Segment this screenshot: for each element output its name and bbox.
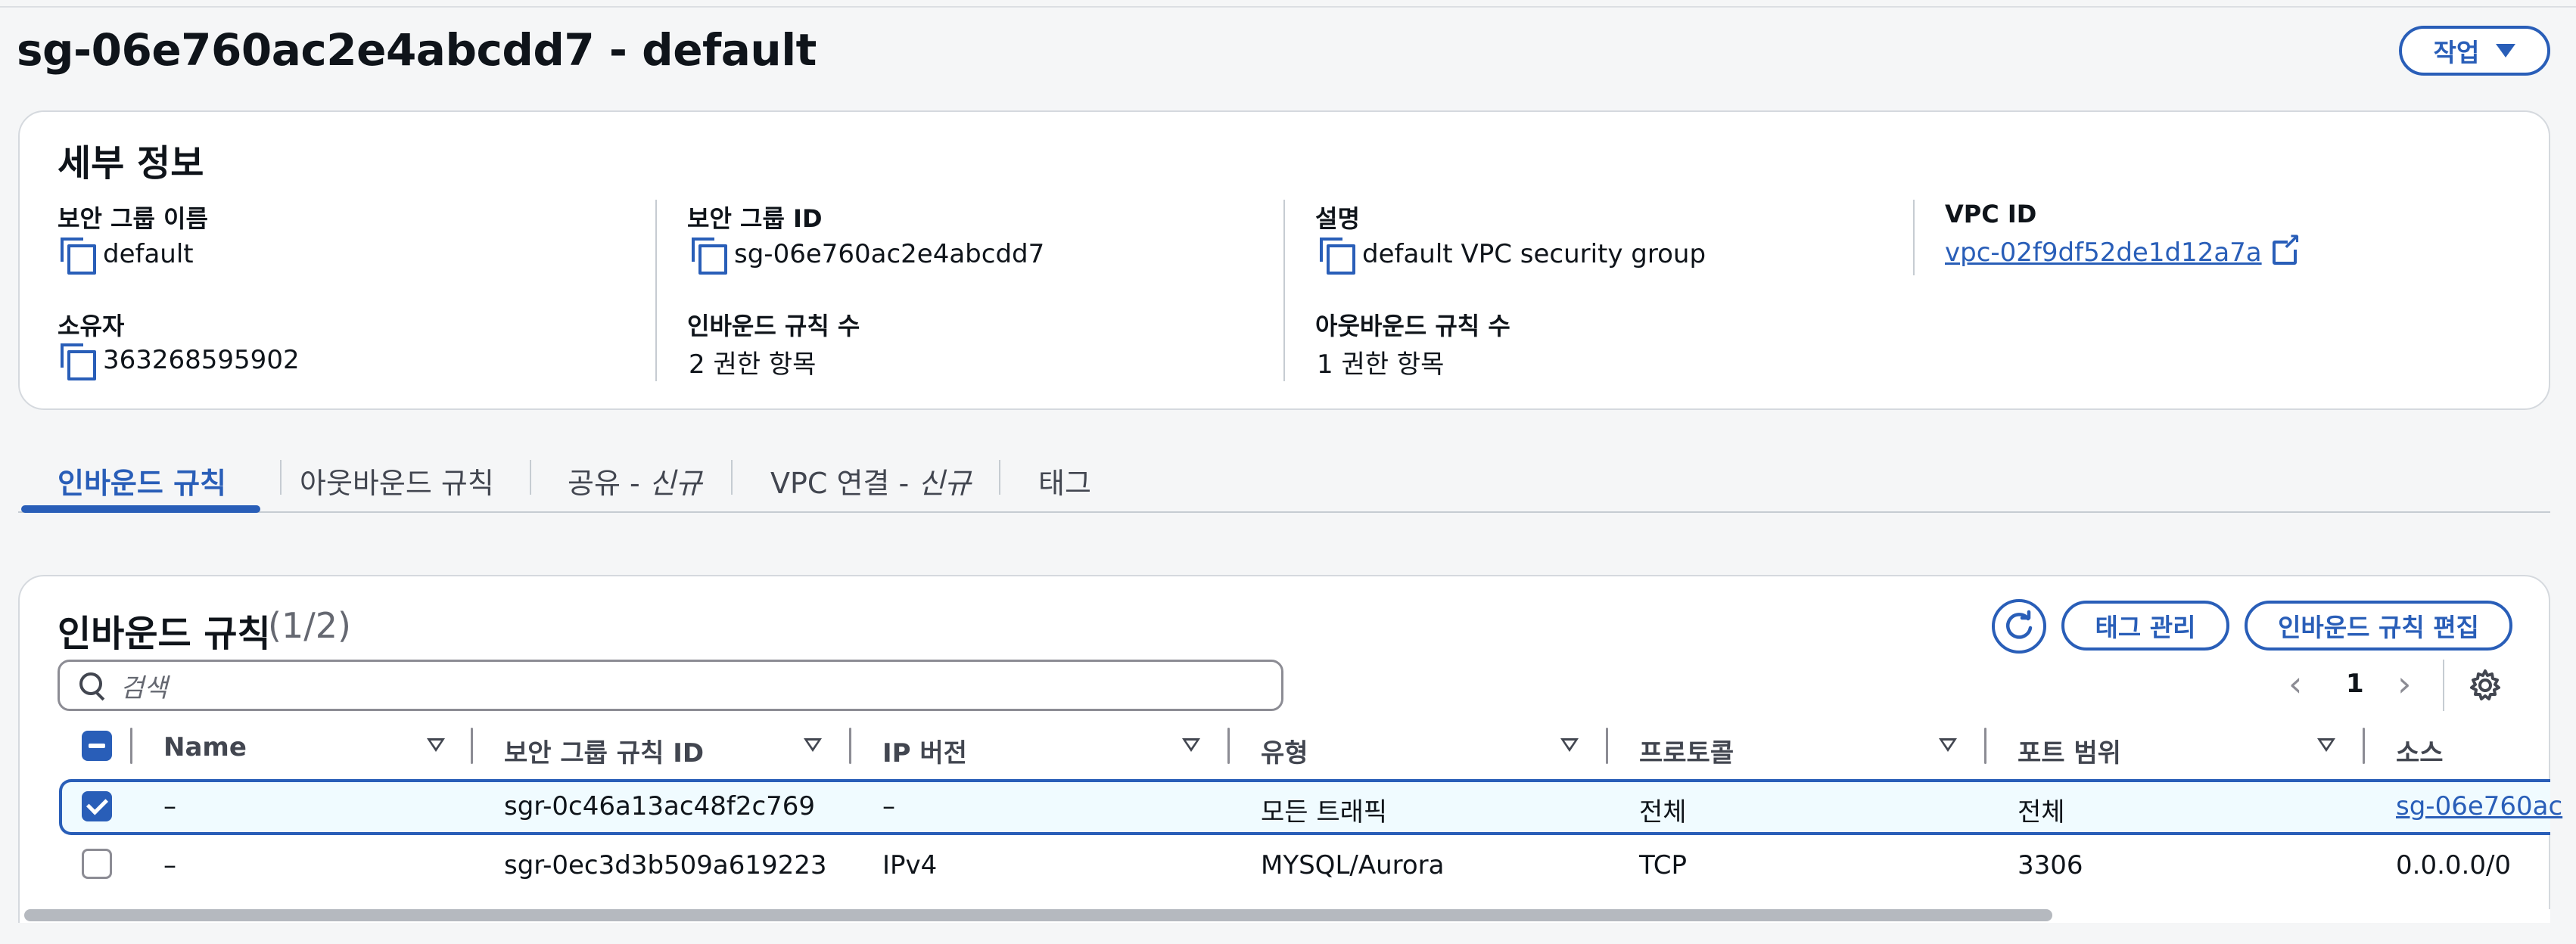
sg-id-label: 보안 그룹 ID: [687, 204, 823, 233]
column-divider[interactable]: [471, 728, 473, 764]
tab-outbound-rules[interactable]: 아웃바운드 규칙: [300, 460, 494, 502]
row-checkbox[interactable]: [82, 849, 112, 879]
edit-inbound-rules-button[interactable]: 인바운드 규칙 편집: [2245, 601, 2512, 651]
settings-gear-icon[interactable]: [2469, 669, 2502, 702]
owner-text: 363268595902: [103, 345, 300, 375]
external-link-icon[interactable]: [2272, 231, 2301, 265]
owner-label: 소유자: [58, 312, 125, 340]
vpc-id-value: vpc-02f9df52de1d12a7a: [1945, 231, 2301, 268]
page-title: sg-06e760ac2e4abcdd7 - default: [17, 24, 817, 76]
cell-source-link[interactable]: sg-06e760ac: [2396, 791, 2562, 821]
outbound-count-label: 아웃바운드 규칙 수: [1315, 312, 1510, 340]
column-divider: [1913, 200, 1915, 275]
column-divider: [130, 728, 132, 764]
cell-name: –: [163, 850, 176, 880]
sort-icon[interactable]: [427, 738, 445, 752]
sg-id-text: sg-06e760ac2e4abcdd7: [734, 239, 1045, 269]
description-label: 설명: [1315, 204, 1360, 233]
inbound-count-value: 2 권한 항목: [689, 349, 817, 380]
sg-id-value: sg-06e760ac2e4abcdd7: [692, 238, 1045, 275]
copy-icon[interactable]: [1320, 238, 1355, 275]
column-divider: [1283, 200, 1285, 381]
outbound-count-value: 1 권한 항목: [1317, 349, 1445, 380]
active-tab-indicator: [21, 505, 260, 513]
vpc-id-label: VPC ID: [1945, 200, 2037, 228]
actions-dropdown-button[interactable]: 작업: [2399, 26, 2550, 76]
cell-name: –: [163, 791, 176, 821]
search-placeholder: 검색: [120, 672, 168, 703]
sg-name-value: default: [61, 238, 194, 275]
chevron-left-icon[interactable]: ‹: [2288, 663, 2302, 705]
caret-down-icon: [2496, 44, 2516, 57]
select-all-checkbox[interactable]: [82, 731, 112, 761]
col-header-source[interactable]: 소스: [2396, 732, 2444, 769]
details-heading: 세부 정보: [58, 142, 204, 185]
column-divider[interactable]: [1606, 728, 1608, 764]
cell-rule-id: sgr-0ec3d3b509a619223: [504, 850, 827, 880]
sort-icon[interactable]: [804, 738, 822, 752]
col-header-name[interactable]: Name: [163, 732, 247, 762]
rules-count: (1/2): [268, 605, 351, 646]
vpc-id-link[interactable]: vpc-02f9df52de1d12a7a: [1945, 238, 2262, 268]
manage-tags-button[interactable]: 태그 관리: [2061, 601, 2229, 651]
column-divider[interactable]: [2363, 728, 2365, 764]
description-text: default VPC security group: [1362, 239, 1706, 269]
col-header-ip-version[interactable]: IP 버전: [882, 732, 967, 769]
cell-rule-id: sgr-0c46a13ac48f2c769: [504, 791, 816, 821]
cell-type: 모든 트래픽: [1261, 797, 1388, 828]
copy-icon[interactable]: [61, 343, 96, 380]
cell-type: MYSQL/Aurora: [1261, 850, 1445, 880]
cell-ip-version: IPv4: [882, 850, 938, 880]
rules-title: 인바운드 규칙: [58, 613, 271, 655]
tab-inbound-rules[interactable]: 인바운드 규칙: [58, 460, 226, 502]
owner-value: 363268595902: [61, 343, 300, 380]
inbound-count-label: 인바운드 규칙 수: [687, 312, 860, 340]
sort-icon[interactable]: [1560, 738, 1579, 752]
cell-source: 0.0.0.0/0: [2396, 850, 2512, 880]
refresh-icon: [2006, 610, 2033, 639]
copy-icon[interactable]: [692, 238, 727, 275]
description-value: default VPC security group: [1320, 238, 1706, 275]
sg-name-text: default: [103, 239, 194, 269]
tab-separator: [731, 460, 733, 495]
tab-separator: [999, 460, 1000, 495]
search-icon: [79, 672, 105, 698]
cell-protocol: TCP: [1639, 850, 1688, 880]
cell-protocol: 전체: [1639, 797, 1687, 828]
top-divider: [0, 0, 2576, 8]
cell-ip-version: –: [882, 791, 895, 821]
col-header-protocol[interactable]: 프로토콜: [1639, 732, 1734, 769]
pager-divider: [2443, 660, 2444, 711]
column-divider[interactable]: [1227, 728, 1230, 764]
tabs-baseline: [18, 511, 2550, 513]
column-divider[interactable]: [849, 728, 851, 764]
cell-port-range: 3306: [2018, 850, 2083, 880]
copy-icon[interactable]: [61, 238, 96, 275]
tab-vpc-associations[interactable]: VPC 연결 - 신규: [770, 460, 971, 502]
tab-tags[interactable]: 태그: [1038, 460, 1091, 502]
sort-icon[interactable]: [1939, 738, 1957, 752]
scrollbar-thumb[interactable]: [24, 909, 2052, 921]
search-input[interactable]: 검색: [58, 660, 1283, 711]
col-header-rule-id[interactable]: 보안 그룹 규칙 ID: [504, 732, 704, 769]
cell-port-range: 전체: [2018, 797, 2065, 828]
column-divider: [655, 200, 657, 381]
refresh-button[interactable]: [1992, 599, 2046, 654]
sort-icon[interactable]: [2317, 738, 2335, 752]
actions-label: 작업: [2433, 38, 2480, 67]
column-divider[interactable]: [1984, 728, 1986, 764]
page-number[interactable]: 1: [2346, 669, 2364, 699]
chevron-right-icon[interactable]: ›: [2397, 663, 2411, 705]
tab-separator: [280, 460, 282, 495]
col-header-type[interactable]: 유형: [1261, 732, 1308, 769]
col-header-port-range[interactable]: 포트 범위: [2018, 732, 2121, 769]
sort-icon[interactable]: [1182, 738, 1200, 752]
row-checkbox[interactable]: [82, 791, 112, 821]
tab-separator: [530, 460, 531, 495]
sg-name-label: 보안 그룹 이름: [58, 204, 208, 233]
tab-sharing[interactable]: 공유 - 신규: [568, 460, 702, 502]
